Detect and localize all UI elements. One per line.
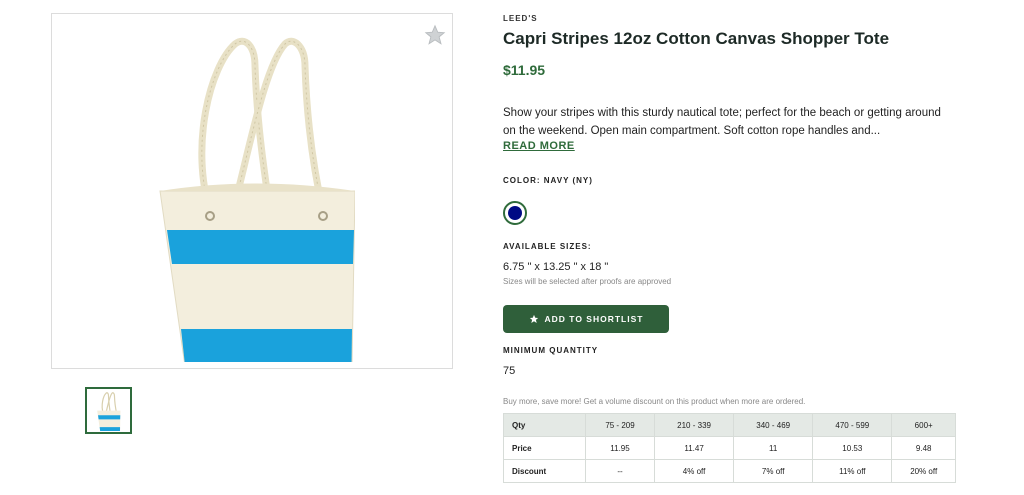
pricing-table: Qty 75 - 209 210 - 339 340 - 469 470 - 5… bbox=[503, 413, 956, 483]
table-cell: -- bbox=[585, 459, 655, 483]
shortlist-button-label: ADD TO SHORTLIST bbox=[544, 314, 644, 324]
color-label: COLOR: NAVY (NY) bbox=[503, 176, 593, 185]
size-value: 6.75 " x 13.25 " x 18 " bbox=[503, 261, 609, 273]
volume-discount-note: Buy more, save more! Get a volume discou… bbox=[503, 397, 806, 406]
color-swatch-dot bbox=[508, 206, 522, 220]
pricing-discount-row: Discount -- 4% off 7% off 11% off 20% of… bbox=[503, 459, 956, 483]
color-swatch-navy[interactable] bbox=[503, 201, 527, 225]
sizes-label: AVAILABLE SIZES: bbox=[503, 242, 592, 251]
product-price: $11.95 bbox=[503, 62, 546, 78]
product-main-image[interactable] bbox=[51, 13, 453, 369]
product-description: Show your stripes with this sturdy nauti… bbox=[503, 107, 941, 137]
add-to-shortlist-button[interactable]: ADD TO SHORTLIST bbox=[503, 305, 669, 333]
table-cell: 11.95 bbox=[585, 436, 655, 460]
table-cell: 11% off bbox=[812, 459, 893, 483]
product-title: Capri Stripes 12oz Cotton Canvas Shopper… bbox=[503, 29, 890, 48]
star-icon[interactable] bbox=[424, 24, 446, 46]
table-cell: 7% off bbox=[733, 459, 814, 483]
product-thumbnail[interactable] bbox=[85, 387, 132, 434]
brand-name: LEED'S bbox=[503, 14, 538, 23]
tote-bag-image bbox=[159, 37, 355, 362]
table-cell: 600+ bbox=[891, 413, 956, 437]
minimum-quantity-label: MINIMUM QUANTITY bbox=[503, 346, 599, 355]
table-cell: 11.47 bbox=[653, 436, 735, 460]
table-cell: Price bbox=[503, 436, 586, 460]
table-cell: 75 - 209 bbox=[585, 413, 655, 437]
pricing-price-row: Price 11.95 11.47 11 10.53 9.48 bbox=[503, 436, 956, 460]
table-cell: 10.53 bbox=[812, 436, 893, 460]
star-icon bbox=[529, 314, 538, 323]
table-cell: 340 - 469 bbox=[733, 413, 814, 437]
table-cell: 4% off bbox=[653, 459, 735, 483]
tote-thumbnail-image bbox=[97, 392, 121, 431]
table-cell: Discount bbox=[503, 459, 586, 483]
table-cell: Qty bbox=[503, 413, 586, 437]
minimum-quantity-value: 75 bbox=[503, 365, 516, 377]
size-note: Sizes will be selected after proofs are … bbox=[503, 277, 672, 286]
table-cell: 9.48 bbox=[891, 436, 956, 460]
table-cell: 470 - 599 bbox=[812, 413, 893, 437]
pricing-header-row: Qty 75 - 209 210 - 339 340 - 469 470 - 5… bbox=[503, 413, 956, 437]
table-cell: 20% off bbox=[891, 459, 956, 483]
read-more-link[interactable]: READ MORE bbox=[503, 140, 575, 152]
table-cell: 210 - 339 bbox=[653, 413, 735, 437]
table-cell: 11 bbox=[733, 436, 814, 460]
